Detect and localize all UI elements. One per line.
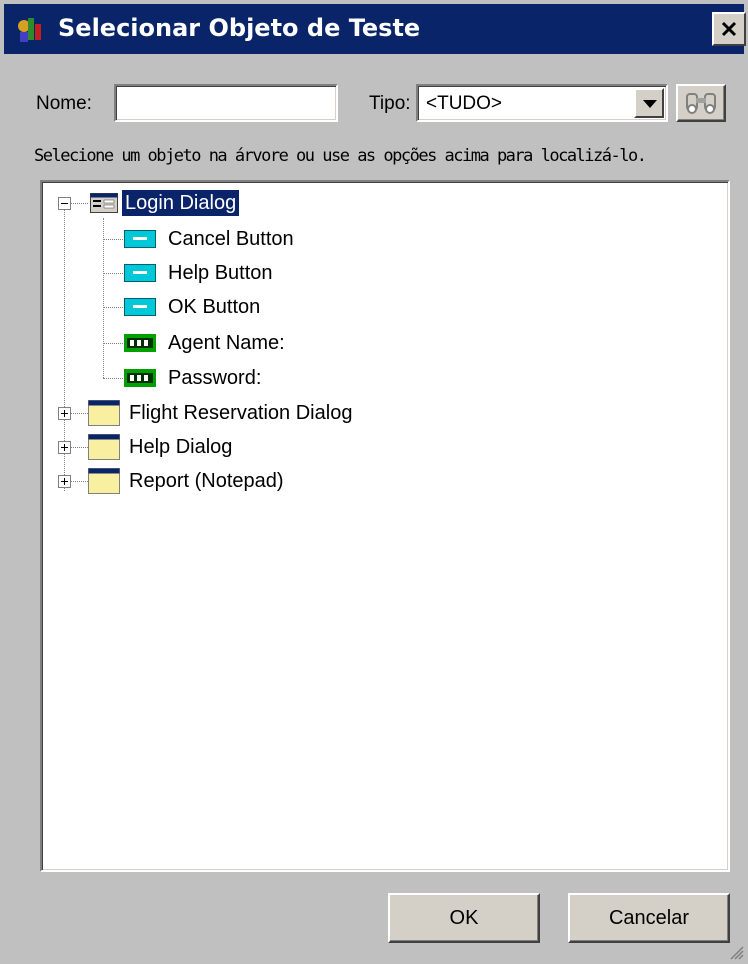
tree-node-login-dialog[interactable]: Login Dialog <box>122 190 240 216</box>
expand-toggle[interactable] <box>58 441 71 454</box>
close-button[interactable] <box>712 12 746 46</box>
tree-connector <box>103 218 104 378</box>
tree-connector <box>71 447 88 448</box>
static-text-icon <box>124 369 156 387</box>
expand-toggle[interactable] <box>58 407 71 420</box>
tree-connector <box>71 203 88 204</box>
select-test-object-dialog: Selecionar Objeto de Teste Nome: Tipo: <… <box>0 0 748 964</box>
collapse-toggle[interactable] <box>58 197 71 210</box>
button-icon <box>124 264 156 282</box>
ok-button[interactable]: OK <box>388 893 540 943</box>
ok-button-label: OK <box>449 907 479 929</box>
close-icon <box>721 21 737 37</box>
tree-connector <box>103 239 123 240</box>
tree-node-agent-name[interactable]: Agent Name: <box>165 330 288 356</box>
name-label: Nome: <box>36 93 92 114</box>
tree-node-flight-reservation-dialog[interactable]: Flight Reservation Dialog <box>126 400 355 426</box>
tree-connector <box>103 343 123 344</box>
object-tree[interactable]: Login Dialog Cancel Button Help Button O… <box>40 180 730 872</box>
button-icon <box>124 298 156 316</box>
binoculars-icon <box>686 93 716 114</box>
expand-toggle[interactable] <box>58 475 71 488</box>
tree-connector <box>71 413 88 414</box>
window-icon <box>88 400 120 426</box>
type-select[interactable]: <TUDO> <box>416 84 668 122</box>
name-input[interactable] <box>116 86 336 120</box>
tree-connector <box>103 378 123 379</box>
window-title: Selecionar Objeto de Teste <box>58 14 421 42</box>
type-select-value: <TUDO> <box>426 93 503 114</box>
instruction-text: Selecione um objeto na árvore ou use as … <box>34 146 647 166</box>
tree-node-cancel-button[interactable]: Cancel Button <box>165 226 297 252</box>
window-icon <box>88 434 120 460</box>
tree-connector <box>103 307 123 308</box>
cancel-button[interactable]: Cancelar <box>568 893 730 943</box>
window-icon <box>88 468 120 494</box>
tree-node-report-notepad[interactable]: Report (Notepad) <box>126 468 287 494</box>
tree-node-ok-button[interactable]: OK Button <box>165 294 263 320</box>
resize-grip-icon[interactable] <box>728 944 744 960</box>
name-field-box <box>114 84 338 122</box>
type-label: Tipo: <box>369 93 411 114</box>
tree-connector <box>71 481 88 482</box>
dialog-icon <box>90 193 118 213</box>
button-icon <box>124 230 156 248</box>
tree-node-help-button[interactable]: Help Button <box>165 260 276 286</box>
tree-node-password[interactable]: Password: <box>165 365 264 391</box>
cancel-button-label: Cancelar <box>608 907 690 929</box>
static-text-icon <box>124 334 156 352</box>
tree-node-help-dialog[interactable]: Help Dialog <box>126 434 235 460</box>
find-button[interactable] <box>676 84 726 122</box>
tree-connector <box>103 273 123 274</box>
title-bar[interactable]: Selecionar Objeto de Teste <box>4 4 746 54</box>
chevron-down-icon[interactable] <box>634 88 664 118</box>
app-icon <box>18 18 41 42</box>
